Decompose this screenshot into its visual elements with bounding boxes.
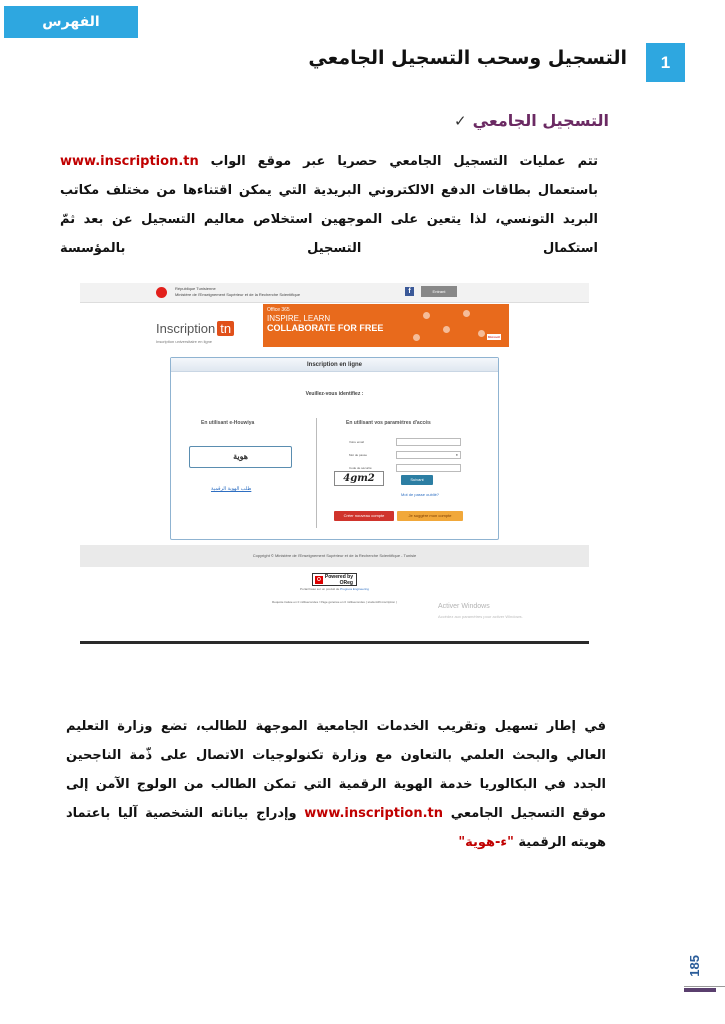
index-tab[interactable]: الفهرس bbox=[4, 6, 138, 38]
submit-button[interactable]: Suivant bbox=[401, 475, 433, 485]
facebook-icon[interactable]: f bbox=[405, 287, 414, 296]
captcha-image: 4gm2 bbox=[334, 471, 384, 486]
new-account-button[interactable]: Créer nouveau compte bbox=[334, 511, 394, 521]
paragraph-text: باستعمال بطاقات الدفع الالكتروني البريدي… bbox=[60, 183, 598, 256]
ehouwiya-button[interactable]: هوية bbox=[189, 446, 292, 468]
forgot-password-link[interactable]: Mot de passe oublié? bbox=[401, 492, 439, 497]
powered-by-oreg-logo: O Powered by OReg bbox=[312, 573, 357, 586]
office-logo: Office 365 bbox=[267, 307, 290, 313]
intro-paragraph: تتم عمليات التسجيل الجامعي حصريا عبر موق… bbox=[60, 147, 598, 263]
microsoft-logo: Microsoft bbox=[486, 334, 501, 340]
site-copyright: Copyright © Ministère de l'Enseignement … bbox=[80, 545, 589, 567]
office365-banner[interactable]: Office 365 INSPIRE, LEARN COLLABORATE FO… bbox=[263, 304, 509, 347]
logo-subtitle: Inscription universitaire en ligne bbox=[156, 339, 213, 344]
enter-button[interactable]: Entrant bbox=[421, 286, 457, 297]
activate-windows-subtitle: Accédez aux paramètres pour activer Wind… bbox=[438, 614, 523, 619]
password-label: Mot de passe bbox=[349, 453, 368, 457]
inscription-link[interactable]: www.inscription.tn bbox=[304, 806, 443, 821]
ehouwiya-term: "ء-هوية" bbox=[458, 835, 514, 850]
panel-divider bbox=[316, 418, 317, 528]
banner-line1: INSPIRE, LEARN bbox=[267, 314, 331, 323]
identify-label: Veuillez-vous identifiez : bbox=[305, 391, 364, 397]
portal-credit: Portail basé sur un produit de Progress … bbox=[300, 587, 369, 591]
request-timing: Requête traitée en 0 millisecondes / Pag… bbox=[272, 600, 397, 604]
ehouwiya-paragraph: في إطار تسهيل وتقريب الخدمات الجامعية ال… bbox=[66, 712, 606, 857]
page-number: 185 bbox=[687, 955, 702, 977]
email-field[interactable] bbox=[396, 438, 461, 446]
login-panel: Inscription en ligne Veuillez-vous ident… bbox=[170, 357, 499, 540]
suggest-account-button[interactable]: Je suggère mon compte bbox=[397, 511, 463, 521]
security-code-label: Code de sécurité bbox=[349, 466, 372, 470]
progress-engineering-link[interactable]: Progress Engineering bbox=[340, 587, 369, 591]
password-field[interactable]: ● bbox=[396, 451, 461, 459]
login-panel-title: Inscription en ligne bbox=[171, 358, 498, 372]
ehouwiya-request-link[interactable]: طلب الهوية الرقمية bbox=[211, 486, 251, 492]
paragraph-text: تتم عمليات التسجيل الجامعي حصريا عبر موق… bbox=[198, 154, 598, 169]
tunisia-flag-icon bbox=[156, 287, 167, 298]
subsection-title: التسجيل الجامعي bbox=[472, 111, 609, 130]
email-label: Votre email bbox=[349, 440, 365, 444]
activate-windows-title: Activer Windows bbox=[438, 603, 490, 610]
inscription-logo: Inscription tn bbox=[156, 321, 235, 336]
subsection-heading: التسجيل الجامعي ✓ bbox=[454, 111, 609, 130]
section-title: التسجيل وسحب التسجيل الجامعي bbox=[308, 47, 627, 69]
banner-line2: COLLABORATE FOR FREE bbox=[267, 323, 384, 333]
section-number: 1 bbox=[646, 43, 685, 82]
site-header-text: République Tunisienne Ministère de l'Ens… bbox=[175, 286, 301, 297]
inscription-link[interactable]: www.inscription.tn bbox=[60, 154, 199, 169]
inscription-site-screenshot: République Tunisienne Ministère de l'Ens… bbox=[80, 283, 589, 644]
check-icon: ✓ bbox=[454, 111, 467, 130]
ehouwiya-heading: En utilisant e-Houwiya bbox=[201, 420, 255, 426]
security-code-field[interactable] bbox=[396, 464, 461, 472]
credentials-heading: En utilisant vos paramètres d'accès bbox=[346, 420, 431, 426]
footer-divider bbox=[684, 986, 725, 987]
footer-accent-bar bbox=[684, 988, 716, 992]
